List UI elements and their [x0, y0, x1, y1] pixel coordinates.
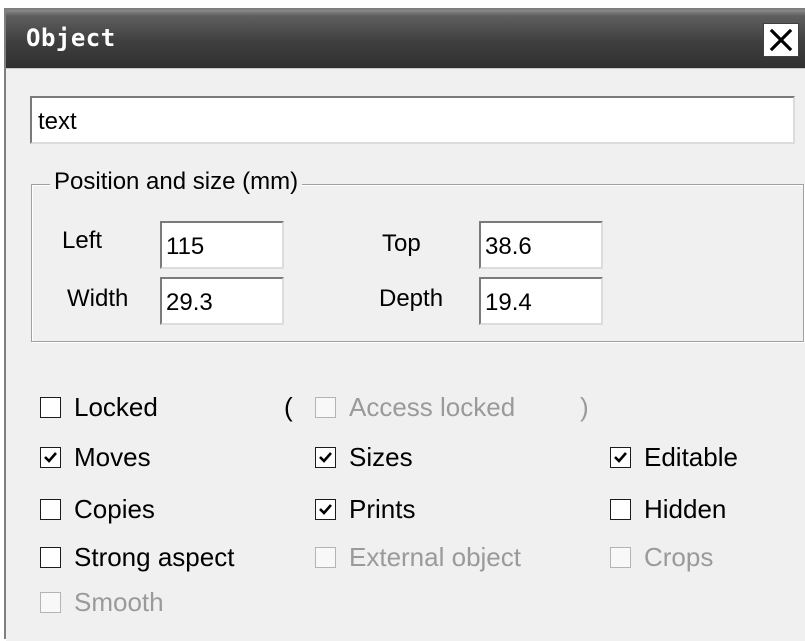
crops-checkbox[interactable]: Crops [610, 542, 713, 573]
left-input[interactable]: 115 [160, 221, 284, 269]
width-input[interactable]: 29.3 [160, 277, 284, 325]
checkmark-icon [319, 504, 332, 515]
window-title: Object [26, 24, 116, 52]
object-dialog: Object text Position and size (mm) Left … [4, 8, 805, 641]
checkbox-box [315, 499, 336, 520]
left-label: Left [62, 227, 103, 254]
checkbox-label: Locked [74, 392, 158, 422]
locked-checkbox[interactable]: Locked [40, 392, 158, 423]
title-bar[interactable]: Object [6, 10, 805, 68]
sizes-checkbox[interactable]: Sizes [315, 442, 413, 473]
checkbox-label: Sizes [349, 442, 413, 472]
top-input[interactable]: 38.6 [479, 221, 603, 269]
strong-aspect-checkbox[interactable]: Strong aspect [40, 542, 234, 573]
width-label: Width [67, 285, 129, 312]
checkbox-box [315, 447, 336, 468]
checkbox-box [40, 397, 61, 418]
top-label: Top [382, 230, 421, 257]
checkbox-label: Crops [644, 542, 714, 572]
checkbox-box [610, 547, 631, 568]
close-paren: ) [580, 392, 589, 422]
checkmark-icon [614, 452, 627, 463]
checkbox-label: Copies [74, 494, 155, 524]
checkbox-box [610, 447, 631, 468]
checkbox-label: Prints [349, 494, 416, 524]
object-name-input[interactable]: text [30, 96, 795, 144]
depth-label: Depth [379, 285, 444, 312]
checkbox-label: Moves [74, 442, 151, 472]
checkbox-label: Strong aspect [74, 542, 235, 572]
copies-checkbox[interactable]: Copies [40, 494, 155, 525]
close-button[interactable] [763, 23, 799, 57]
checkbox-label: Access locked [349, 392, 516, 422]
checkbox-box [40, 547, 61, 568]
checkbox-box [315, 397, 336, 418]
smooth-checkbox[interactable]: Smooth [40, 587, 164, 618]
checkbox-label: Hidden [644, 494, 727, 524]
editable-checkbox[interactable]: Editable [610, 442, 738, 473]
checkbox-box [40, 447, 61, 468]
depth-input[interactable]: 19.4 [479, 277, 603, 325]
hidden-checkbox[interactable]: Hidden [610, 494, 726, 525]
moves-checkbox[interactable]: Moves [40, 442, 151, 473]
checkbox-box [40, 499, 61, 520]
position-size-group: Position and size (mm) Left 115 Top 38.6… [31, 168, 804, 342]
prints-checkbox[interactable]: Prints [315, 494, 415, 525]
external-object-checkbox[interactable]: External object [315, 542, 521, 573]
open-paren: ( [284, 392, 293, 422]
checkbox-label: Editable [644, 442, 738, 472]
checkbox-box [315, 547, 336, 568]
checkbox-label: Smooth [74, 587, 164, 617]
checkmark-icon [44, 452, 57, 463]
dialog-body: text Position and size (mm) Left 115 Top… [6, 68, 805, 641]
checkbox-label: External object [349, 542, 521, 572]
checkmark-icon [319, 452, 332, 463]
close-icon [769, 28, 793, 52]
checkbox-box [40, 592, 61, 613]
access-locked-checkbox[interactable]: Access locked [315, 392, 515, 423]
position-size-legend: Position and size (mm) [50, 168, 303, 196]
checkbox-box [610, 499, 631, 520]
